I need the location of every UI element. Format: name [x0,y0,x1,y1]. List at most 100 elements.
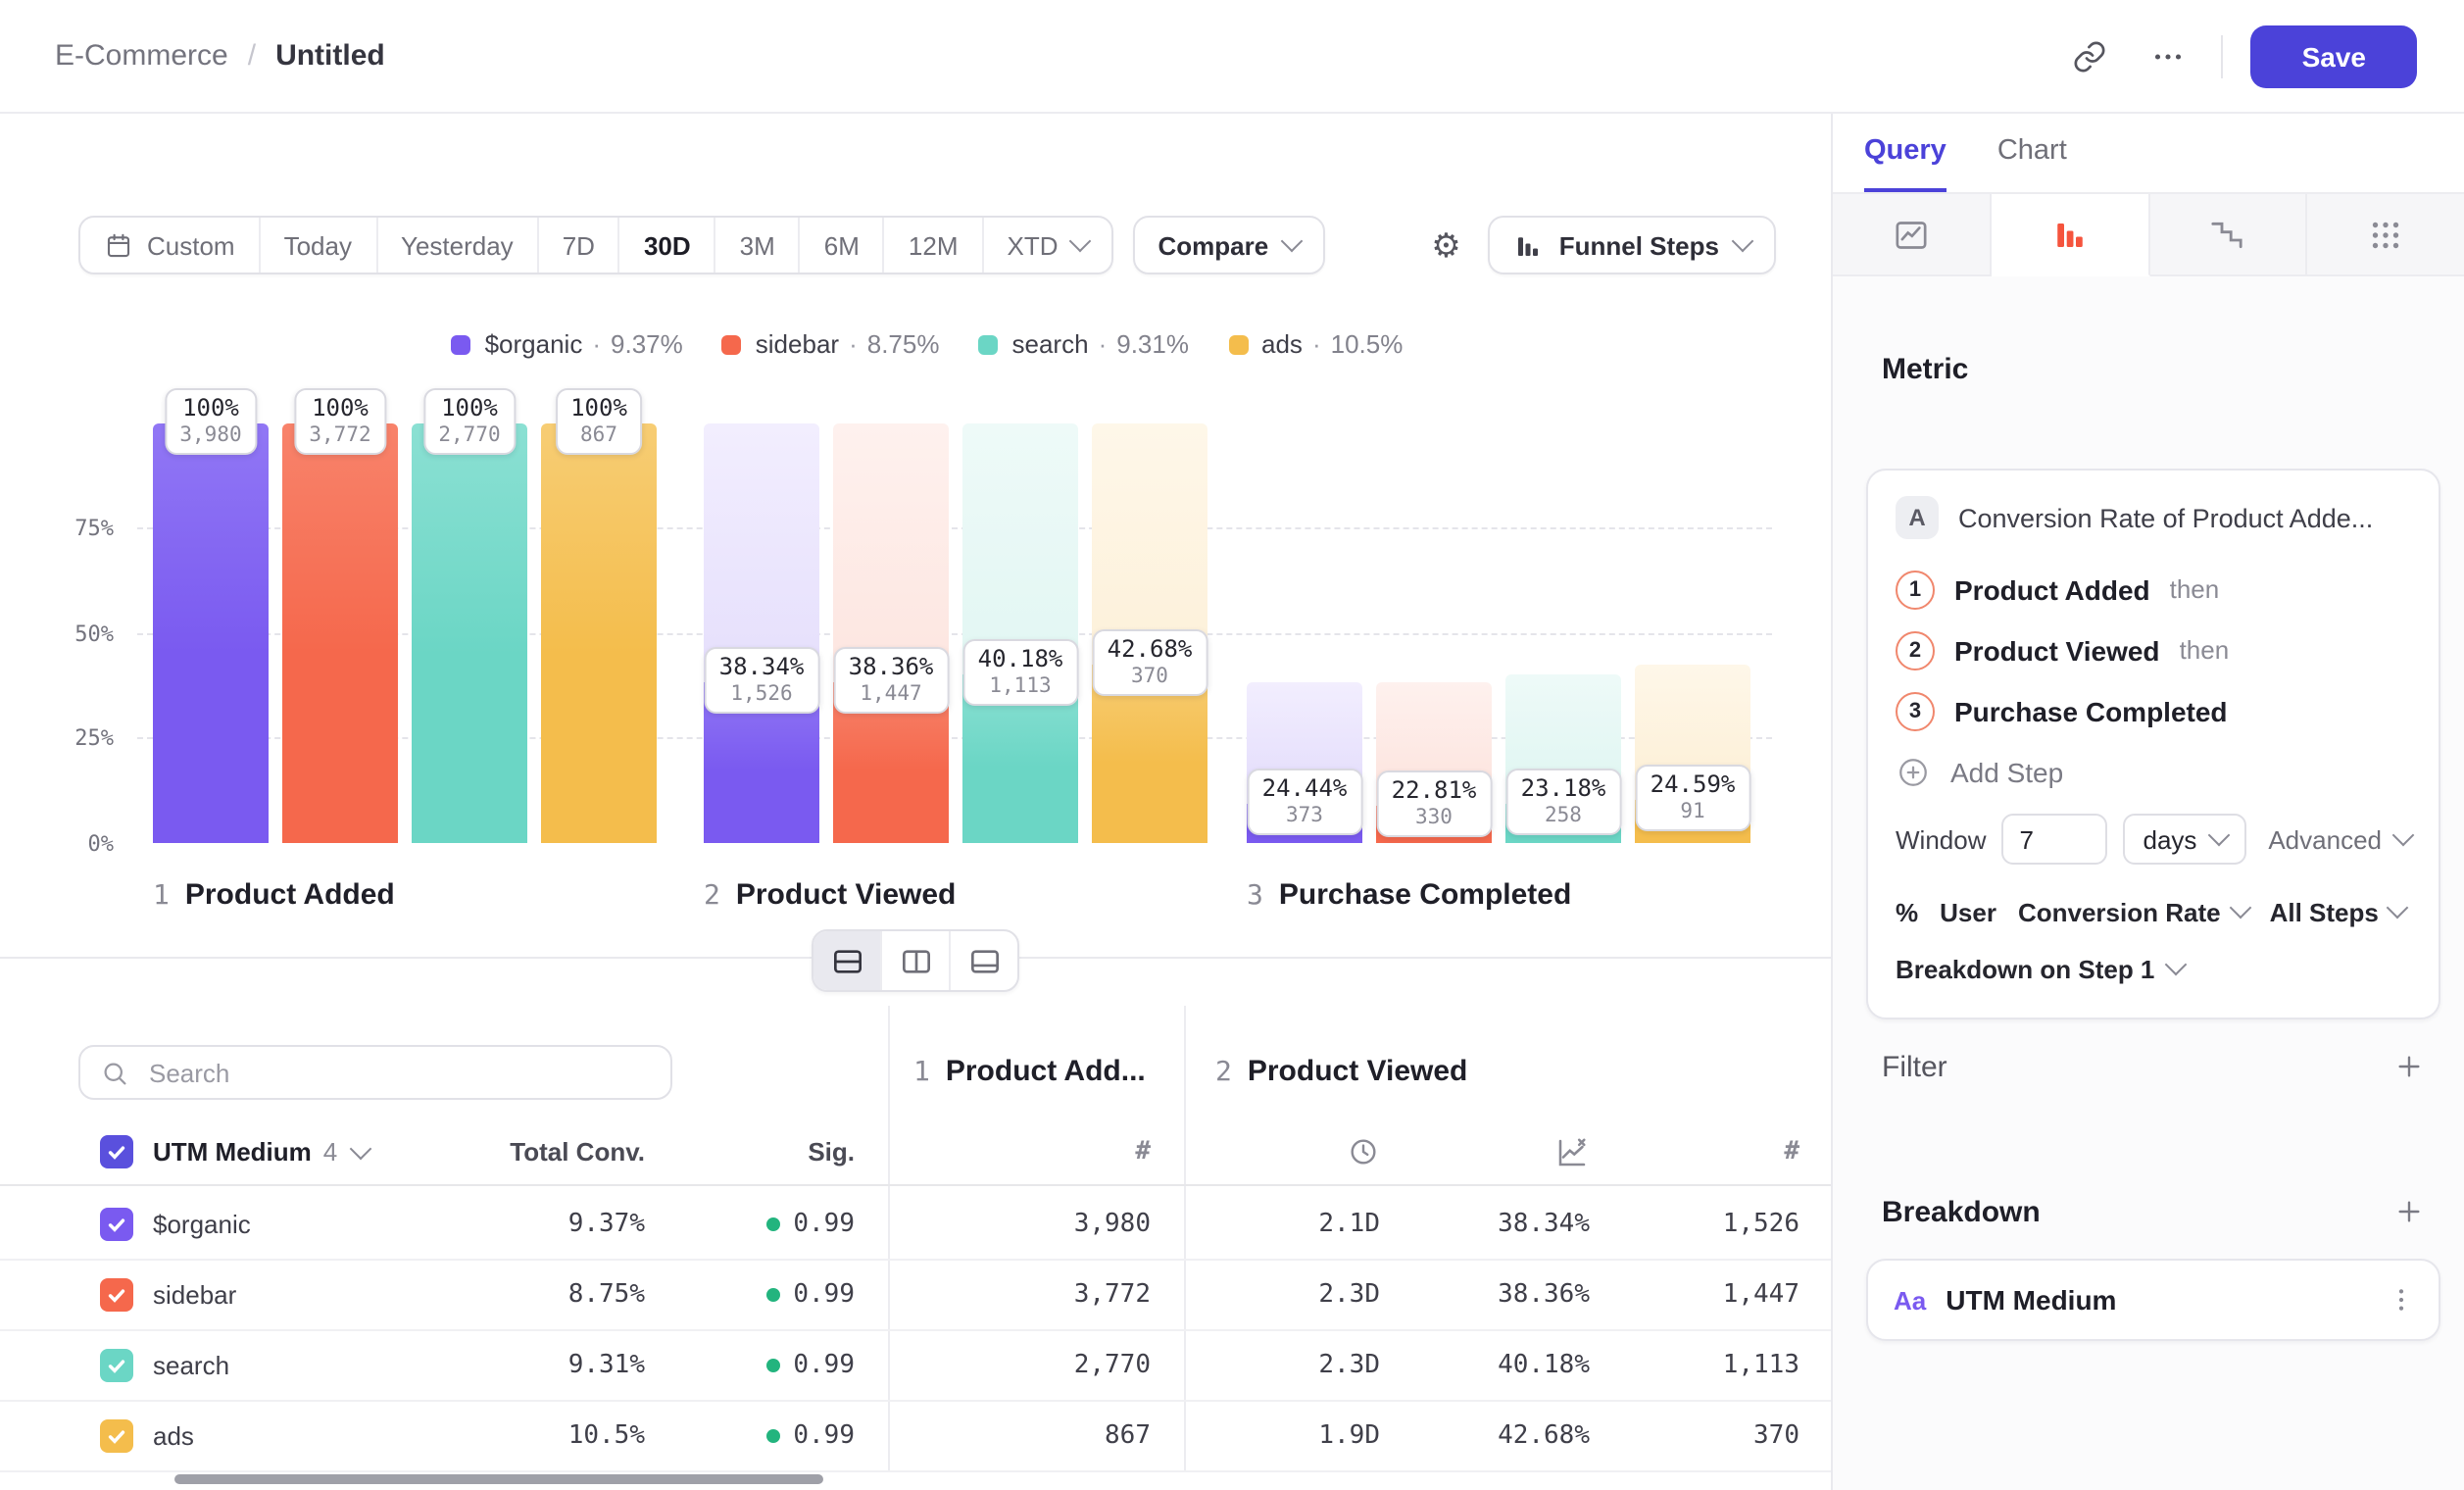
chart-type-insights-icon[interactable] [1833,194,1992,276]
add-filter-button[interactable] [2393,1051,2425,1082]
bar-value-label: 38.34%1,526 [704,647,820,714]
y-axis-tick: 75% [0,516,114,541]
funnel-bar[interactable]: 100%867 [541,423,657,843]
metric-section-label: Metric [1882,353,1968,386]
compare-button[interactable]: Compare [1133,216,1326,274]
funnel-bar[interactable]: 24.44%373 [1247,423,1362,843]
legend-item[interactable]: ads · 10.5% [1228,329,1403,359]
funnel-bar[interactable]: 22.81%330 [1376,423,1492,843]
breakdown-property-name: UTM Medium [1946,1284,2116,1316]
funnel-bar[interactable]: 42.68%370 [1092,423,1207,843]
select-all-checkbox[interactable] [100,1119,133,1184]
range-yesterday[interactable]: Yesterday [377,218,539,273]
breakdown-on-step-select[interactable]: Breakdown on Step 1 [1896,943,2411,994]
y-axis-tick: 25% [0,725,114,751]
breadcrumb-current[interactable]: Untitled [275,39,385,73]
search-input[interactable] [145,1056,651,1089]
funnel-bar[interactable]: 100%3,980 [153,423,269,843]
tab-query[interactable]: Query [1864,114,1947,192]
metric-type-select[interactable]: Conversion Rate [2018,897,2248,926]
funnel-bar-converted-segment [412,423,527,843]
chart-type-retention-icon[interactable] [2149,194,2308,276]
chart-settings-gear-icon[interactable]: ⚙ [1431,228,1461,262]
horizontal-scrollbar-thumb[interactable] [174,1474,823,1484]
avg-time-metric-icon[interactable] [1347,1119,1380,1184]
bar-value-label: 100%867 [555,388,643,455]
breadcrumb: E-Commerce / Untitled [55,39,385,73]
total-conv-column-header[interactable]: Total Conv. [510,1119,645,1184]
more-menu-icon[interactable] [2144,30,2194,81]
group-column-header[interactable]: UTM Medium 4 [153,1119,369,1184]
range-xtd[interactable]: XTD [984,218,1111,273]
date-range-picker: Custom Today Yesterday 7D 30D 3M 6M 12M … [78,216,1113,274]
legend-swatch [722,334,742,354]
funnel-step-row[interactable]: 2 Product Viewed then [1896,620,2411,680]
steps-scope-select[interactable]: All Steps [2270,897,2406,926]
add-breakdown-button[interactable] [2393,1196,2425,1227]
row-step2-conv: 38.34% [1498,1188,1590,1259]
legend-item[interactable]: $organic · 9.37% [452,329,683,359]
funnel-step-row[interactable]: 3 Purchase Completed [1896,680,2411,741]
legend-item[interactable]: search · 9.31% [979,329,1190,359]
funnel-bar[interactable]: 38.34%1,526 [704,423,819,843]
row-checkbox[interactable] [100,1400,133,1470]
window-unit-select[interactable]: days [2124,814,2246,865]
row-step1-count: 3,980 [1074,1188,1151,1259]
measurement-row: % User Conversion Rate All Steps [1896,884,2411,939]
range-custom-label: Custom [147,230,235,260]
legend-item[interactable]: sidebar · 8.75% [722,329,940,359]
table-row[interactable]: ads 10.5% 0.99 867 1.9D 42.68% 370 [0,1400,1831,1472]
funnel-bar[interactable]: 38.36%1,447 [833,423,949,843]
range-30d[interactable]: 30D [620,218,716,273]
chart-type-funnel-icon[interactable] [1992,194,2150,276]
scope-toggle[interactable]: User [1940,897,1996,926]
check-icon [106,1424,127,1446]
funnel-bar[interactable]: 40.18%1,113 [962,423,1078,843]
row-checkbox[interactable] [100,1259,133,1329]
range-7d[interactable]: 7D [539,218,620,273]
chevron-down-icon [1068,230,1091,253]
view-selector-button[interactable]: Funnel Steps [1489,216,1776,274]
window-value-input[interactable] [2002,814,2108,865]
tab-chart[interactable]: Chart [1997,114,2067,192]
table-row[interactable]: search 9.31% 0.99 2,770 2.3D 40.18% 1,11… [0,1329,1831,1402]
save-button[interactable]: Save [2251,25,2417,87]
range-6m[interactable]: 6M [801,218,885,273]
range-12m[interactable]: 12M [885,218,984,273]
row-checkbox[interactable] [100,1188,133,1259]
share-link-icon[interactable] [2065,30,2116,81]
metric-title-row[interactable]: A Conversion Rate of Product Adde... [1896,496,2411,539]
bar-value-label: 40.18%1,113 [962,639,1079,706]
breadcrumb-parent[interactable]: E-Commerce [55,39,228,73]
conversion-metric-icon[interactable] [1554,1119,1590,1184]
breakdown-property-card[interactable]: Aa UTM Medium [1866,1259,2440,1341]
sig-column-header[interactable]: Sig. [808,1119,855,1184]
count-metric-icon[interactable]: # [1784,1119,1799,1184]
add-step-button[interactable]: Add Step [1896,741,2411,802]
funnel-bar[interactable]: 24.59%91 [1635,423,1750,843]
unit-toggle[interactable]: % [1896,897,1918,926]
kebab-menu-icon[interactable] [2376,1284,2427,1316]
range-3m[interactable]: 3M [716,218,801,273]
row-step1-count: 2,770 [1074,1329,1151,1400]
significance-dot [765,1217,779,1230]
advanced-toggle[interactable]: Advanced [2268,824,2411,854]
funnel-step-row[interactable]: 1 Product Added then [1896,559,2411,620]
range-today[interactable]: Today [261,218,377,273]
funnel-bar[interactable]: 100%2,770 [412,423,527,843]
funnel-step-group: 100%3,980100%3,772100%2,770100%867 [153,423,657,843]
table-subheader-row: UTM Medium 4 Total Conv. Sig. # # [0,1119,1831,1186]
compare-label: Compare [1158,230,1269,260]
range-custom[interactable]: Custom [80,218,261,273]
chart-type-flows-icon[interactable] [2308,194,2464,276]
table-row[interactable]: sidebar 8.75% 0.99 3,772 2.3D 38.36% 1,4… [0,1259,1831,1331]
table-row[interactable]: $organic 9.37% 0.99 3,980 2.1D 38.34% 1,… [0,1188,1831,1261]
range-xtd-label: XTD [1008,230,1059,260]
table-search[interactable] [78,1045,672,1100]
count-metric-icon[interactable]: # [1135,1119,1151,1184]
string-property-icon: Aa [1894,1285,1926,1315]
funnel-bar[interactable]: 23.18%258 [1505,423,1621,843]
legend-swatch [1228,334,1248,354]
row-checkbox[interactable] [100,1329,133,1400]
funnel-bar[interactable]: 100%3,772 [282,423,398,843]
